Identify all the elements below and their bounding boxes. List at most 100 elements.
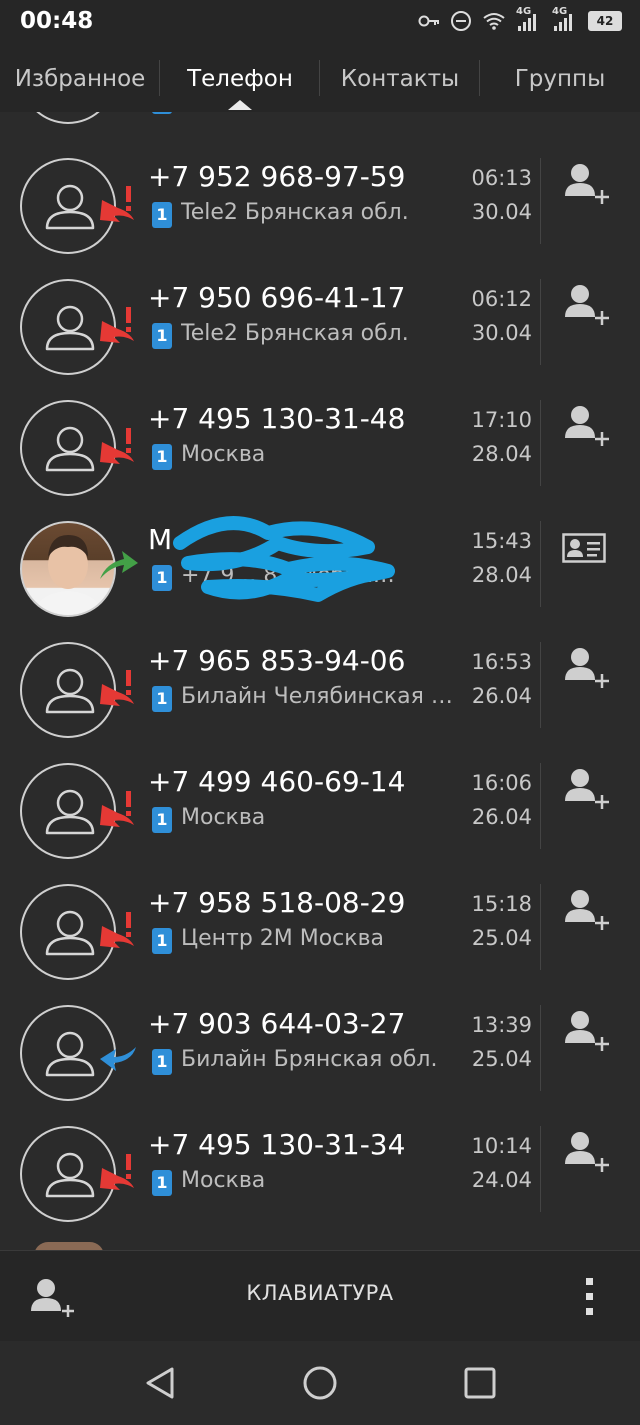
- call-log-row[interactable]: +7 950 696-41-17 1 Tele2 Брянская обл. 06:1…: [0, 263, 640, 384]
- back-icon: [146, 1367, 174, 1399]
- call-date: 25.04: [471, 926, 532, 950]
- nav-back-button[interactable]: [142, 1365, 178, 1405]
- call-time: 17:10: [471, 408, 532, 432]
- add-contact-icon: [565, 1132, 609, 1172]
- person-icon: [45, 910, 95, 956]
- add-contact-icon: [565, 890, 609, 930]
- call-date: 28.04: [471, 442, 532, 466]
- caller-name: +7 950 696-41-17: [148, 281, 406, 314]
- call-date: 30.04: [471, 321, 532, 345]
- status-icons: 4G 4G 42: [418, 6, 622, 32]
- nav-home-button[interactable]: [302, 1365, 338, 1405]
- call-date: 30.04: [471, 200, 532, 224]
- call-log-row[interactable]: +7 965 853-94-06 1 Билайн Челябинская обл.…: [0, 626, 640, 747]
- sim-badge: 1: [152, 1049, 172, 1075]
- person-icon: [45, 789, 95, 835]
- bottom-action-bar: КЛАВИАТУРА: [0, 1250, 640, 1341]
- caller-name: +7 965 853-94-06: [148, 644, 406, 677]
- active-tab-indicator: [228, 100, 252, 110]
- add-contact-icon: [565, 285, 609, 325]
- add-to-contacts-button[interactable]: [562, 886, 610, 938]
- add-to-contacts-button[interactable]: [562, 160, 610, 212]
- call-log-row[interactable]: +7 499 460-69-14 1 Москва 16:06 26.04: [0, 747, 640, 868]
- incoming-call-icon: [100, 1047, 136, 1071]
- call-log-row[interactable]: +7 952 968-97-59 1 Tele2 Брянская обл. 06:1…: [0, 142, 640, 263]
- call-log-row[interactable]: +7 495 130-31-48 1 Москва 17:10 28.04: [0, 384, 640, 505]
- nav-recents-button[interactable]: [462, 1365, 498, 1405]
- tab-label: Группы: [514, 66, 606, 92]
- tab-bar: Избранное Телефон Контакты Группы: [0, 46, 640, 112]
- recents-icon: [464, 1367, 496, 1399]
- row-divider: [540, 400, 541, 486]
- call-log-row-partial: [0, 112, 640, 133]
- add-contact-icon: [31, 1279, 74, 1317]
- person-icon: [45, 1031, 95, 1077]
- call-time: 16:53: [471, 650, 532, 674]
- tab-favorites[interactable]: Избранное: [0, 46, 160, 112]
- add-contact-button[interactable]: [30, 1277, 76, 1323]
- call-log-row[interactable]: М 1 +7 9… 82 Мобил… 15:43 28.04: [0, 505, 640, 626]
- add-contact-icon: [565, 769, 609, 809]
- add-to-contacts-button[interactable]: [562, 1007, 610, 1059]
- add-to-contacts-button[interactable]: [562, 1128, 610, 1180]
- call-time: 13:39: [471, 1013, 532, 1037]
- add-to-contacts-button[interactable]: [562, 281, 610, 333]
- row-divider: [540, 158, 541, 244]
- caller-location: Билайн Брянская обл.: [181, 1047, 438, 1072]
- keyboard-button[interactable]: КЛАВИАТУРА: [200, 1281, 440, 1305]
- tab-phone[interactable]: Телефон: [160, 46, 320, 112]
- call-log-row[interactable]: +7 903 644-03-27 1 Билайн Брянская обл. 13:…: [0, 989, 640, 1110]
- tab-contacts[interactable]: Контакты: [320, 46, 480, 112]
- person-icon: [45, 1152, 95, 1198]
- missed-call-icon: [100, 428, 134, 464]
- sim-badge: 1: [152, 323, 172, 349]
- call-log-list[interactable]: +7 952 968-97-59 1 Tele2 Брянская обл. 06:1…: [0, 112, 640, 1250]
- status-time: 00:48: [20, 8, 94, 34]
- sim-badge: 1: [152, 686, 172, 712]
- add-contact-icon: [565, 164, 609, 204]
- home-icon: [303, 1366, 337, 1400]
- person-icon: [45, 184, 95, 230]
- contact-avatar-placeholder: [20, 112, 116, 124]
- person-icon: [45, 668, 95, 714]
- missed-call-icon: [100, 912, 134, 948]
- caller-location: Москва: [181, 805, 266, 830]
- status-bar: 00:48 4G 4G 42: [0, 0, 640, 46]
- system-nav-bar: [0, 1341, 640, 1425]
- call-time: 10:14: [471, 1134, 532, 1158]
- tab-label: Телефон: [187, 66, 293, 92]
- view-contact-button[interactable]: [562, 533, 606, 567]
- more-vert-icon: [586, 1278, 593, 1315]
- caller-name: +7 495 130-31-34: [148, 1128, 406, 1161]
- row-divider: [540, 279, 541, 365]
- missed-call-icon: [100, 1154, 134, 1190]
- row-divider: [540, 642, 541, 728]
- call-time: 15:43: [471, 529, 532, 553]
- missed-call-icon: [100, 307, 134, 343]
- add-to-contacts-button[interactable]: [562, 644, 610, 696]
- contact-card-icon: [562, 533, 606, 563]
- call-log-row[interactable]: +7 495 130-31-34 1 Москва 10:14 24.04: [0, 1110, 640, 1231]
- person-icon: [45, 305, 95, 351]
- row-divider: [540, 884, 541, 970]
- call-date: 28.04: [471, 563, 532, 587]
- caller-name: +7 952 968-97-59: [148, 160, 406, 193]
- add-contact-icon: [565, 1011, 609, 1051]
- missed-call-icon: [100, 186, 134, 222]
- add-to-contacts-button[interactable]: [562, 402, 610, 454]
- missed-call-icon: [100, 670, 134, 706]
- row-divider: [540, 1005, 541, 1091]
- caller-name: +7 958 518-08-29: [148, 886, 406, 919]
- add-to-contacts-button[interactable]: [562, 765, 610, 817]
- signal-icon-2: 4G: [552, 6, 578, 32]
- call-date: 25.04: [471, 1047, 532, 1071]
- battery-icon: 42: [588, 11, 622, 31]
- sim-badge: [152, 112, 172, 114]
- caller-location: Центр 2М Москва: [181, 926, 385, 951]
- caller-name: +7 903 644-03-27: [148, 1007, 406, 1040]
- row-divider: [540, 521, 541, 607]
- sim-badge: 1: [152, 928, 172, 954]
- tab-groups[interactable]: Группы: [480, 46, 640, 112]
- call-log-row[interactable]: +7 958 518-08-29 1 Центр 2М Москва 15:18 25.…: [0, 868, 640, 989]
- more-options-button[interactable]: [580, 1277, 600, 1317]
